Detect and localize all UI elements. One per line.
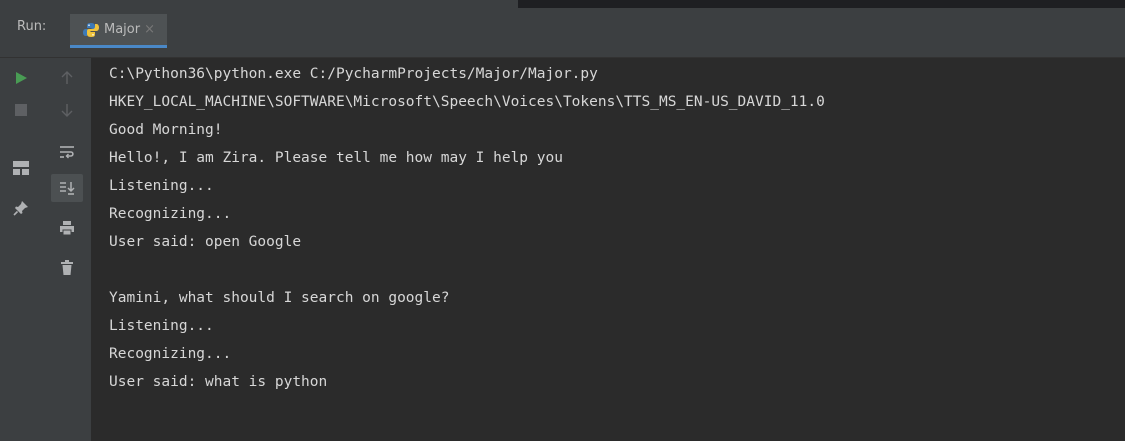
pin-icon[interactable] [9, 196, 33, 220]
scroll-to-end-icon[interactable] [51, 174, 83, 202]
console-line: Recognizing... [109, 346, 232, 362]
close-icon[interactable]: × [144, 22, 155, 37]
console-line: C:\Python36\python.exe C:/PycharmProject… [109, 66, 598, 82]
console-line: Yamini, what should I search on google? [109, 290, 450, 306]
down-arrow-icon[interactable] [55, 98, 79, 122]
run-label: Run: [17, 19, 47, 34]
stop-icon[interactable] [9, 98, 33, 122]
print-icon[interactable] [55, 216, 79, 240]
console-line: User said: open Google [109, 234, 302, 250]
console-line: Recognizing... [109, 206, 232, 222]
console-line: User said: what is python [109, 374, 328, 390]
run-toolbar-left [0, 58, 42, 441]
python-icon [82, 21, 100, 39]
trash-icon[interactable] [55, 256, 79, 280]
up-arrow-icon[interactable] [55, 66, 79, 90]
run-tab-label: Major [104, 22, 141, 37]
console-line: Hello!, I am Zira. Please tell me how ma… [109, 150, 563, 166]
run-tool-window-header: Run: Major × [0, 8, 1125, 58]
console-line: HKEY_LOCAL_MACHINE\SOFTWARE\Microsoft\Sp… [109, 94, 825, 110]
layout-icon[interactable] [9, 156, 33, 180]
console-line: Listening... [109, 178, 214, 194]
editor-area-edge [518, 0, 1125, 8]
run-tab-major[interactable]: Major × [70, 14, 167, 48]
run-toolbar-right [42, 58, 91, 441]
window-top-strip [0, 0, 1125, 8]
soft-wrap-icon[interactable] [55, 140, 79, 164]
console-output[interactable]: C:\Python36\python.exe C:/PycharmProject… [91, 58, 1125, 441]
console-line: Good Morning! [109, 122, 223, 138]
run-icon[interactable] [9, 66, 33, 90]
console-line: Listening... [109, 318, 214, 334]
console-lines: C:\Python36\python.exe C:/PycharmProject… [109, 60, 825, 396]
